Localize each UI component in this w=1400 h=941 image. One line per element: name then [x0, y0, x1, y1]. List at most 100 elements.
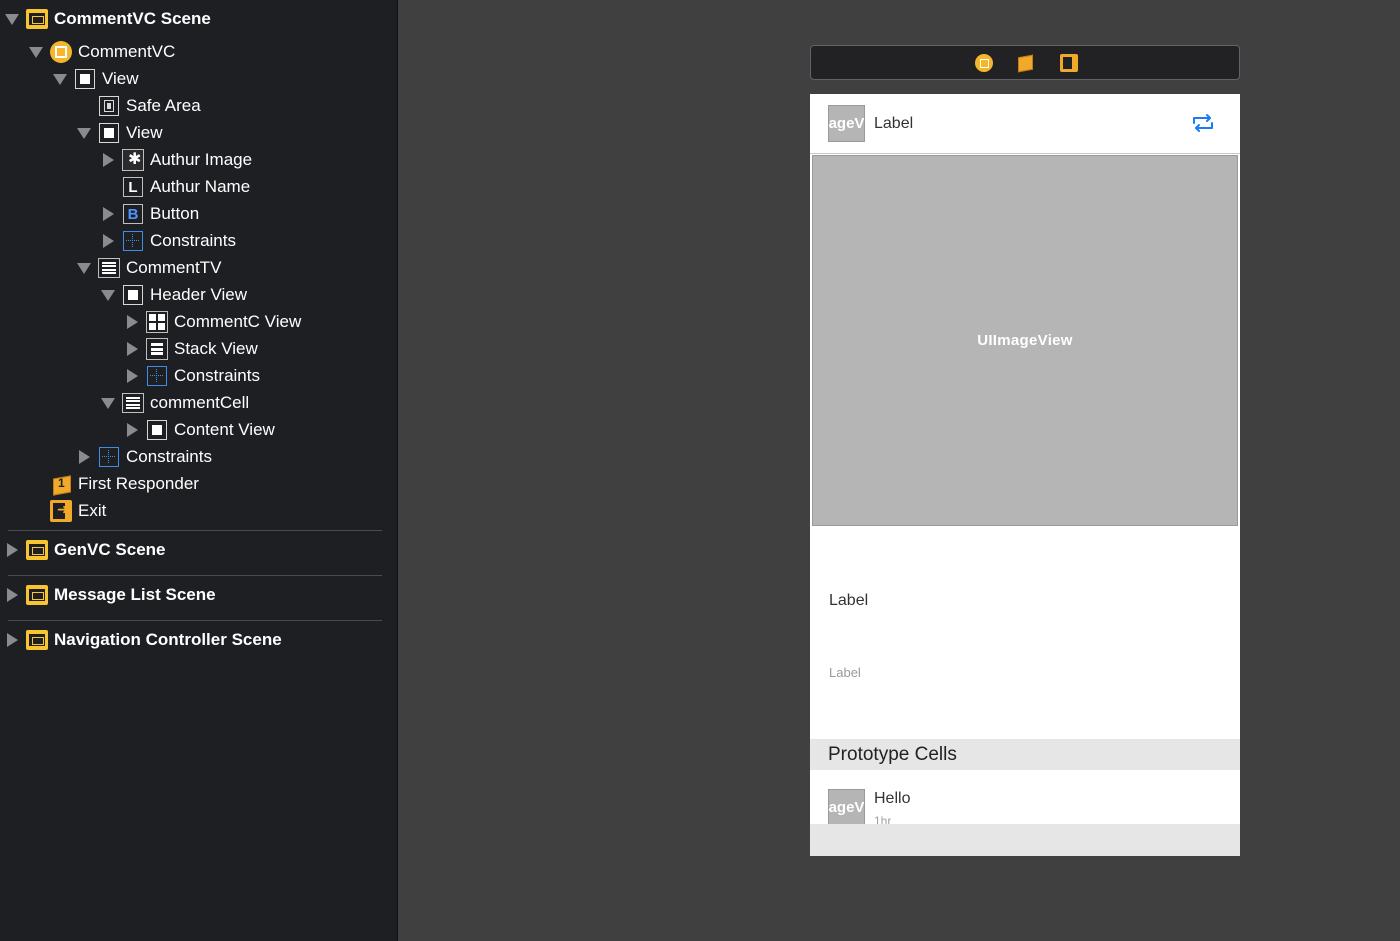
outline-row-commentvc-scene[interactable]: CommentVC Scene [0, 6, 397, 32]
outline-separator [8, 575, 382, 576]
view-controller-icon[interactable] [975, 54, 993, 72]
disclosure-triangle-icon[interactable] [127, 342, 138, 356]
scene-icon [26, 629, 48, 651]
prototype-cells-title: Prototype Cells [828, 744, 957, 765]
outline-item-label: CommentVC [78, 42, 176, 61]
outline-row-content-view[interactable]: Content View [0, 417, 397, 443]
disclosure-triangle-icon[interactable] [5, 14, 19, 25]
outline-item-label: Authur Name [150, 177, 251, 196]
author-image-placeholder-text: ageV [828, 115, 865, 132]
outline-row-stack-view[interactable]: Stack View [0, 336, 397, 362]
panel-divider[interactable] [397, 0, 398, 941]
refresh-icon[interactable] [1190, 112, 1216, 134]
disclosure-triangle-icon[interactable] [101, 290, 115, 301]
header-separator [810, 153, 1240, 154]
outline-item-label: Constraints [174, 366, 260, 385]
exit-icon [50, 500, 72, 522]
constraints-icon [146, 365, 168, 387]
detail-label[interactable]: Label [829, 665, 861, 680]
outline-item-label: Content View [174, 420, 275, 439]
outline-row-view[interactable]: View [0, 66, 397, 92]
outline-item-label: Message List Scene [54, 585, 216, 604]
outline-row-authur-image[interactable]: Authur Image [0, 147, 397, 173]
outline-row-constraints[interactable]: Constraints [0, 363, 397, 389]
disclosure-triangle-icon[interactable] [77, 263, 91, 274]
disclosure-triangle-icon[interactable] [7, 588, 18, 602]
stack-view-icon [146, 338, 168, 360]
author-image-view[interactable]: ageV [828, 105, 865, 142]
cell-subtitle-label[interactable]: 1hr [874, 814, 891, 824]
outline-row-genvc-scene[interactable]: GenVC Scene [0, 537, 397, 563]
outline-item-label: Header View [150, 285, 248, 304]
outline-item-label: Authur Image [150, 150, 253, 169]
disclosure-triangle-icon[interactable] [103, 207, 114, 221]
disclosure-triangle-icon[interactable] [103, 153, 114, 167]
outline-row-commentc-view[interactable]: CommentC View [0, 309, 397, 335]
view-icon [122, 284, 144, 306]
safe-area-icon [98, 95, 120, 117]
outline-item-label: Navigation Controller Scene [54, 630, 282, 649]
outline-row-commentvc[interactable]: CommentVC [0, 39, 397, 65]
outline-separator [8, 620, 382, 621]
disclosure-triangle-icon[interactable] [127, 315, 138, 329]
disclosure-triangle-icon[interactable] [127, 423, 138, 437]
exit-icon[interactable] [1060, 54, 1078, 72]
collection-view-icon [146, 311, 168, 333]
outline-item-label: Constraints [126, 447, 212, 466]
scene-icon [26, 539, 48, 561]
outline-row-header-view[interactable]: Header View [0, 282, 397, 308]
outline-item-label: CommentTV [126, 258, 222, 277]
cell-title-label[interactable]: Hello [874, 790, 910, 808]
disclosure-triangle-icon[interactable] [7, 633, 18, 647]
outline-item-label: First Responder [78, 474, 199, 493]
outline-row-constraints[interactable]: Constraints [0, 444, 397, 470]
label-icon: L [122, 176, 144, 198]
disclosure-triangle-icon[interactable] [29, 47, 43, 58]
outline-item-label: Safe Area [126, 96, 201, 115]
outline-row-authur-name[interactable]: L Authur Name [0, 174, 397, 200]
outline-row-message-list-scene[interactable]: Message List Scene [0, 582, 397, 608]
outline-item-label: View [126, 123, 163, 142]
outline-item-label: Stack View [174, 339, 258, 358]
outline-row-inner-view[interactable]: View [0, 120, 397, 146]
image-view-icon [122, 149, 144, 171]
outline-row-first-responder[interactable]: First Responder [0, 471, 397, 497]
disclosure-triangle-icon[interactable] [53, 74, 67, 85]
view-icon [146, 419, 168, 441]
main-image-view[interactable]: UIImageView [812, 155, 1238, 526]
scene-dock [810, 45, 1240, 80]
document-outline: CommentVC Scene CommentVC View Safe Area… [0, 0, 397, 941]
outline-row-exit[interactable]: Exit [0, 498, 397, 524]
disclosure-triangle-icon[interactable] [101, 398, 115, 409]
author-name-label[interactable]: Label [874, 115, 913, 133]
cell-image-view[interactable]: ageV [828, 789, 865, 826]
outline-row-commentcell[interactable]: commentCell [0, 390, 397, 416]
image-view-placeholder-text: UIImageView [977, 332, 1073, 349]
disclosure-triangle-icon[interactable] [7, 543, 18, 557]
scene-icon [26, 8, 48, 30]
disclosure-triangle-icon[interactable] [127, 369, 138, 383]
view-controller-canvas[interactable]: ageV Label UIImageView Label Label Proto… [810, 94, 1240, 856]
view-icon [98, 122, 120, 144]
outline-item-label: Exit [78, 501, 107, 520]
outline-item-label: View [102, 69, 139, 88]
cell-image-placeholder-text: ageV [828, 799, 865, 816]
table-footer [810, 824, 1240, 856]
disclosure-triangle-icon[interactable] [79, 450, 90, 464]
first-responder-icon[interactable] [1018, 54, 1033, 73]
outline-item-label: Constraints [150, 231, 236, 250]
outline-item-label: CommentVC Scene [54, 9, 211, 28]
view-icon [74, 68, 96, 90]
outline-row-commenttv[interactable]: CommentTV [0, 255, 397, 281]
table-cell-icon [122, 392, 144, 414]
disclosure-triangle-icon[interactable] [77, 128, 91, 139]
outline-row-constraints[interactable]: Constraints [0, 228, 397, 254]
outline-item-label: commentCell [150, 393, 250, 412]
table-view-icon [98, 257, 120, 279]
outline-row-safe-area[interactable]: Safe Area [0, 93, 397, 119]
disclosure-triangle-icon[interactable] [103, 234, 114, 248]
comment-label[interactable]: Label [829, 592, 868, 610]
constraints-icon [98, 446, 120, 468]
outline-row-button[interactable]: B Button [0, 201, 397, 227]
outline-row-navigation-controller-scene[interactable]: Navigation Controller Scene [0, 627, 397, 653]
